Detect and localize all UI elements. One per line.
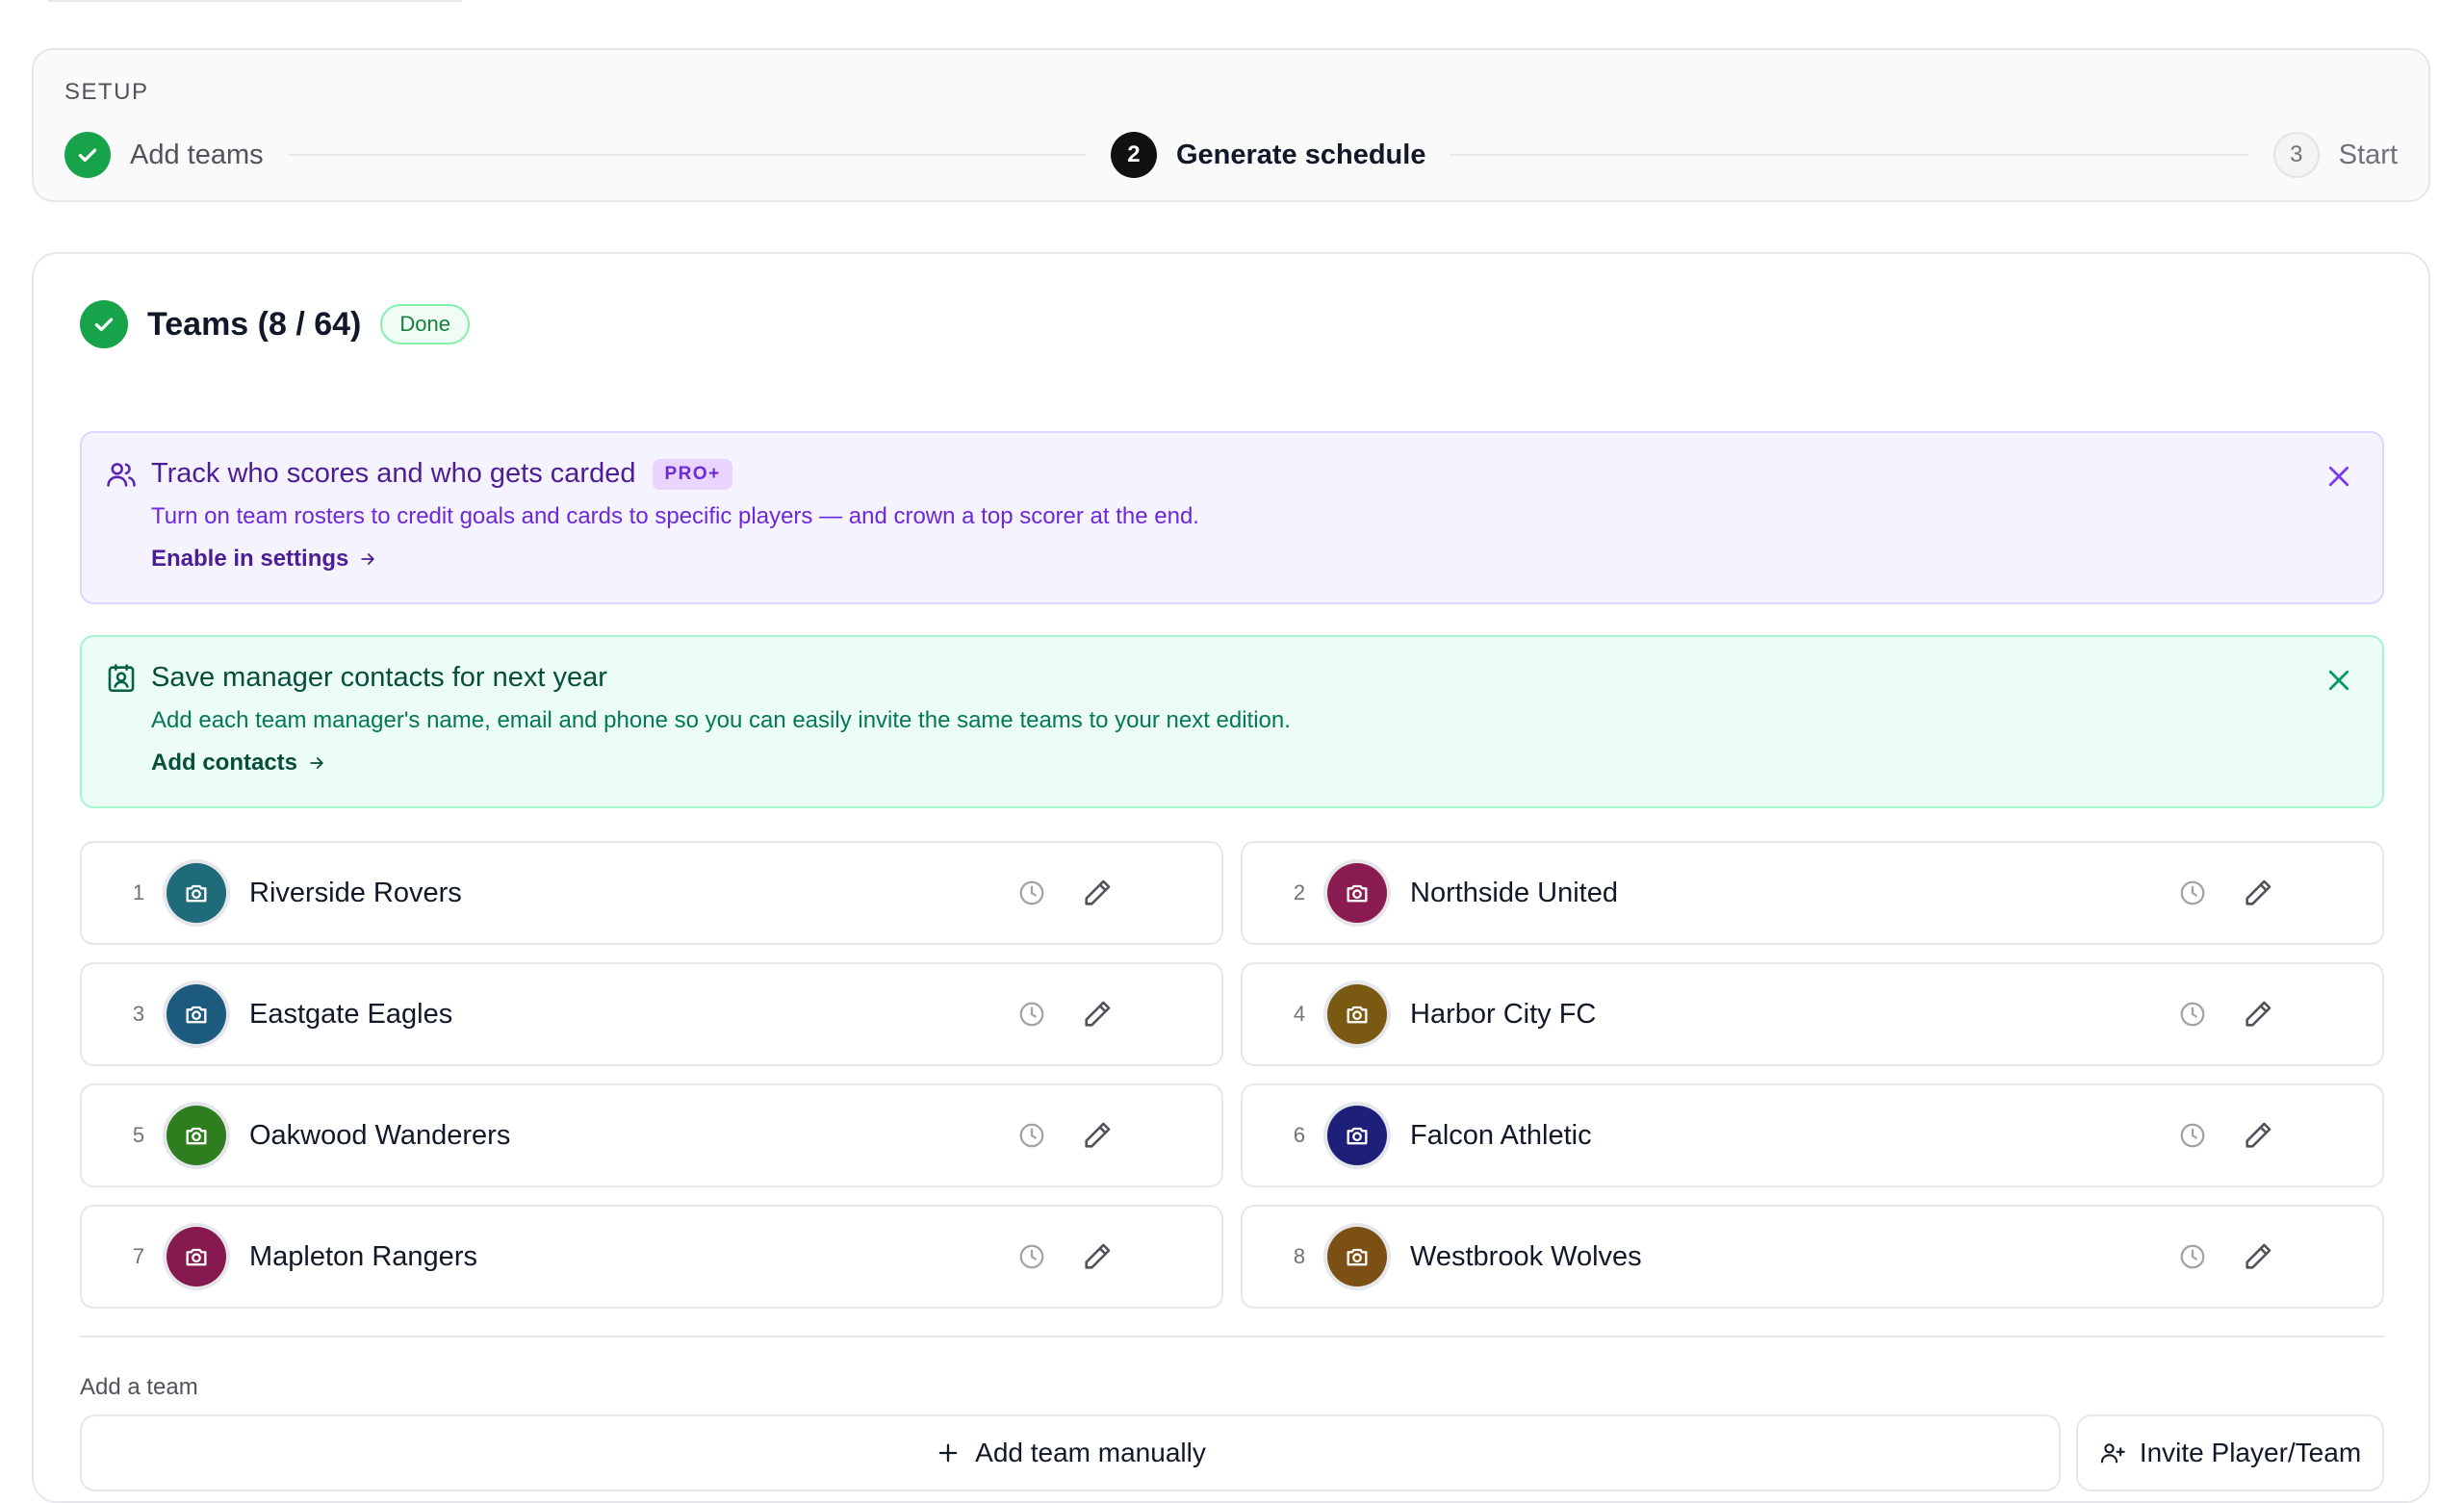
- link-label: Add contacts: [151, 750, 298, 776]
- team-name: Mapleton Rangers: [249, 1240, 477, 1272]
- pro-badge: PRO+: [653, 458, 732, 490]
- step-connector: [1450, 154, 2248, 156]
- step-number: 3: [2272, 132, 2320, 178]
- team-row[interactable]: 7 Mapleton Rangers: [80, 1205, 1223, 1309]
- status-badge: Done: [380, 304, 470, 344]
- team-logo-camera-icon[interactable]: [167, 1106, 226, 1165]
- team-name: Harbor City FC: [1410, 998, 1597, 1030]
- team-name: Falcon Athletic: [1410, 1119, 1592, 1151]
- add-team-label: Add a team: [80, 1374, 198, 1400]
- add-contacts-link[interactable]: Add contacts: [151, 750, 326, 777]
- step-label: Start: [2338, 139, 2399, 170]
- history-clock-icon[interactable]: [2178, 879, 2207, 907]
- step-label: Generate schedule: [1175, 139, 1426, 170]
- team-logo-camera-icon[interactable]: [1327, 984, 1387, 1044]
- team-logo-camera-icon[interactable]: [1327, 1106, 1387, 1165]
- banner-title: Track who scores and who gets carded: [151, 458, 636, 489]
- step-done-check-icon: [64, 132, 111, 178]
- team-number: 2: [1293, 880, 1306, 904]
- step-start[interactable]: 3 Start: [2272, 132, 2399, 178]
- close-icon[interactable]: [2324, 462, 2353, 491]
- banner-title: Save manager contacts for next year: [151, 662, 607, 693]
- team-logo-camera-icon[interactable]: [167, 863, 226, 923]
- teams-header: Teams (8 / 64) Done: [80, 300, 470, 348]
- add-team-manually-button[interactable]: Add team manually: [80, 1414, 2061, 1491]
- step-number: 2: [1110, 132, 1157, 178]
- team-number: 3: [132, 1002, 145, 1026]
- team-number: 7: [132, 1244, 145, 1268]
- team-name: Riverside Rovers: [249, 877, 462, 908]
- team-logo-camera-icon[interactable]: [167, 984, 226, 1044]
- user-plus-icon: [2100, 1443, 2125, 1464]
- history-clock-icon[interactable]: [2178, 1000, 2207, 1029]
- banner-description: Turn on team rosters to credit goals and…: [151, 503, 1199, 529]
- invite-player-team-button[interactable]: Invite Player/Team: [2076, 1414, 2384, 1491]
- banner-description: Add each team manager's name, email and …: [151, 707, 1291, 733]
- history-clock-icon[interactable]: [1017, 1000, 1046, 1029]
- contacts-banner: Save manager contacts for next year Add …: [80, 635, 2384, 808]
- step-label: Add teams: [130, 139, 264, 170]
- history-clock-icon[interactable]: [2178, 1242, 2207, 1271]
- teams-title: Teams (8 / 64): [147, 305, 362, 343]
- team-name: Northside United: [1410, 877, 1618, 908]
- team-row[interactable]: 4 Harbor City FC: [1241, 962, 2384, 1066]
- step-connector: [288, 154, 1086, 156]
- team-number: 8: [1293, 1244, 1306, 1268]
- plus-icon: [938, 1443, 958, 1463]
- edit-pencil-icon[interactable]: [2242, 1240, 2274, 1273]
- teams-card: Teams (8 / 64) Done Track who scores and…: [32, 252, 2430, 1503]
- team-number: 5: [132, 1123, 145, 1147]
- setup-stepper: SETUP Add teams 2 Generate schedule 3 St…: [32, 48, 2430, 202]
- team-logo-camera-icon[interactable]: [167, 1227, 226, 1286]
- edit-pencil-icon[interactable]: [2242, 877, 2274, 909]
- close-icon[interactable]: [2324, 666, 2353, 695]
- history-clock-icon[interactable]: [2178, 1121, 2207, 1150]
- arrow-right-icon: [361, 553, 375, 565]
- team-row[interactable]: 8 Westbrook Wolves: [1241, 1205, 2384, 1309]
- history-clock-icon[interactable]: [1017, 879, 1046, 907]
- edit-pencil-icon[interactable]: [2242, 998, 2274, 1031]
- history-clock-icon[interactable]: [1017, 1242, 1046, 1271]
- button-label: Add team manually: [975, 1438, 1206, 1467]
- arrow-right-icon: [310, 757, 323, 769]
- team-logo-camera-icon[interactable]: [1327, 863, 1387, 923]
- steps-track: Add teams 2 Generate schedule 3 Start: [64, 131, 2398, 179]
- edit-pencil-icon[interactable]: [1081, 1119, 1114, 1152]
- team-number: 4: [1293, 1002, 1306, 1026]
- team-name: Westbrook Wolves: [1410, 1240, 1642, 1272]
- history-clock-icon[interactable]: [1017, 1121, 1046, 1150]
- rosters-promo-banner: Track who scores and who gets carded PRO…: [80, 431, 2384, 604]
- edit-pencil-icon[interactable]: [2242, 1119, 2274, 1152]
- contact-card-icon: [108, 664, 135, 693]
- edit-pencil-icon[interactable]: [1081, 1240, 1114, 1273]
- teams-list: 1 Riverside Rovers 2 Northside United 3 …: [80, 841, 2384, 1309]
- team-row[interactable]: 3 Eastgate Eagles: [80, 962, 1223, 1066]
- team-row[interactable]: 2 Northside United: [1241, 841, 2384, 945]
- team-logo-camera-icon[interactable]: [1327, 1227, 1387, 1286]
- top-edge-divider: [48, 0, 462, 2]
- step-add-teams[interactable]: Add teams: [64, 132, 264, 178]
- team-number: 1: [132, 880, 145, 904]
- team-number: 6: [1293, 1123, 1306, 1147]
- edit-pencil-icon[interactable]: [1081, 998, 1114, 1031]
- link-label: Enable in settings: [151, 546, 349, 572]
- button-label: Invite Player/Team: [2139, 1438, 2362, 1467]
- team-name: Oakwood Wanderers: [249, 1119, 511, 1151]
- teams-done-check-icon: [80, 300, 128, 348]
- team-row[interactable]: 5 Oakwood Wanderers: [80, 1083, 1223, 1187]
- users-icon: [107, 463, 136, 487]
- step-generate-schedule[interactable]: 2 Generate schedule: [1110, 132, 1426, 178]
- setup-label: SETUP: [64, 79, 149, 105]
- team-name: Eastgate Eagles: [249, 998, 453, 1030]
- team-row[interactable]: 6 Falcon Athletic: [1241, 1083, 2384, 1187]
- team-row[interactable]: 1 Riverside Rovers: [80, 841, 1223, 945]
- enable-in-settings-link[interactable]: Enable in settings: [151, 546, 377, 573]
- edit-pencil-icon[interactable]: [1081, 877, 1114, 909]
- section-divider: [80, 1336, 2384, 1337]
